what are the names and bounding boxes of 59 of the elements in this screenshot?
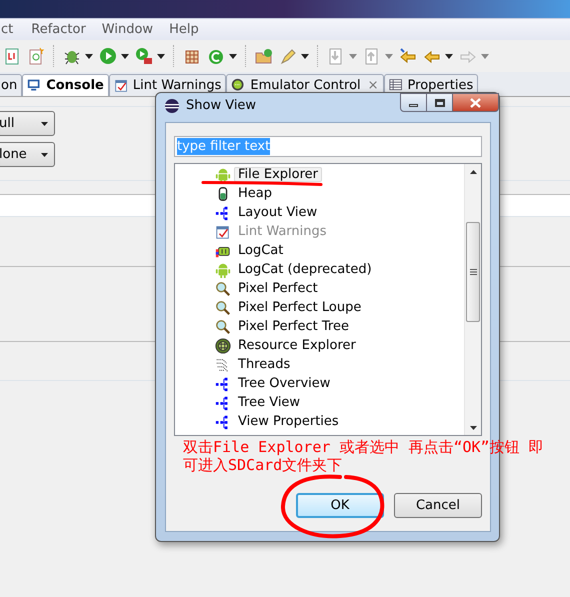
caret-icon[interactable] bbox=[229, 54, 237, 58]
magnifier-icon bbox=[215, 300, 231, 316]
test-icon[interactable] bbox=[3, 47, 21, 65]
dropdown[interactable]: ull bbox=[0, 111, 55, 136]
emulator-icon bbox=[231, 78, 246, 93]
scroll-down-icon bbox=[470, 426, 476, 430]
magnifier-icon bbox=[215, 280, 231, 296]
checklist-icon bbox=[114, 78, 129, 93]
view-list-item[interactable]: File Explorer bbox=[234, 167, 322, 182]
dropdown[interactable]: lone bbox=[0, 142, 55, 167]
dropdown-caret-icon bbox=[41, 152, 48, 156]
view-list-item[interactable]: LogCat bbox=[234, 243, 288, 258]
scrollbar-thumb[interactable] bbox=[466, 222, 480, 322]
magnifier-icon bbox=[215, 318, 231, 334]
view-list-item[interactable]: LogCat (deprecated) bbox=[234, 262, 376, 277]
caret-icon[interactable] bbox=[85, 54, 93, 58]
caret-icon[interactable] bbox=[301, 54, 309, 58]
view-tab[interactable]: on bbox=[0, 74, 22, 96]
folder-icon[interactable] bbox=[255, 47, 273, 65]
view-list-item[interactable]: Layout View bbox=[234, 205, 322, 220]
back-edit-icon[interactable] bbox=[399, 47, 417, 65]
view-list-item[interactable]: Pixel Perfect Tree bbox=[234, 319, 353, 334]
dialog-button[interactable]: OK bbox=[296, 493, 384, 518]
menu-item[interactable]: Window bbox=[96, 20, 158, 40]
close-tab-button[interactable]: × bbox=[368, 76, 379, 96]
dropdown-caret-icon bbox=[41, 122, 48, 126]
dialog-button[interactable]: Cancel bbox=[394, 493, 482, 518]
view-list-item[interactable]: Tree Overview bbox=[234, 376, 334, 391]
view-list-item[interactable]: Pixel Perfect bbox=[234, 281, 322, 296]
grip-icon bbox=[470, 269, 476, 275]
dialog-title: Show View bbox=[186, 97, 256, 116]
view-list-item[interactable]: View Properties bbox=[234, 414, 343, 429]
view-tab[interactable]: Console bbox=[22, 74, 109, 96]
menu-item[interactable]: Refactor bbox=[26, 20, 91, 40]
minimize-button[interactable] bbox=[400, 93, 427, 112]
checklist-icon bbox=[215, 224, 231, 240]
menu-item[interactable]: Help bbox=[164, 20, 204, 40]
table-icon bbox=[388, 78, 404, 93]
new-file-icon[interactable] bbox=[27, 47, 45, 65]
maximize-button[interactable] bbox=[427, 93, 453, 112]
caret-icon[interactable] bbox=[121, 54, 129, 58]
view-list-item[interactable]: Tree View bbox=[234, 395, 304, 410]
view-list-item[interactable]: Threads bbox=[234, 357, 294, 372]
android-icon bbox=[215, 262, 231, 278]
view-list-item[interactable]: Heap bbox=[234, 186, 276, 201]
view-list-item[interactable]: Pixel Perfect Loupe bbox=[234, 300, 366, 315]
close-icon bbox=[470, 98, 481, 108]
menu-item[interactable]: ct bbox=[0, 20, 18, 40]
eclipse-logo-icon bbox=[164, 98, 180, 114]
close-button[interactable] bbox=[453, 93, 499, 112]
view-list-item[interactable]: Resource Explorer bbox=[234, 338, 360, 353]
monitor-icon bbox=[27, 78, 42, 93]
run-tool-icon[interactable] bbox=[135, 47, 153, 65]
caret-icon[interactable] bbox=[445, 54, 453, 58]
android-icon bbox=[215, 166, 231, 182]
scroll-up-icon bbox=[470, 170, 476, 174]
caret-icon[interactable] bbox=[157, 54, 165, 58]
resource-icon bbox=[215, 338, 231, 354]
scrollbar[interactable] bbox=[464, 164, 481, 435]
